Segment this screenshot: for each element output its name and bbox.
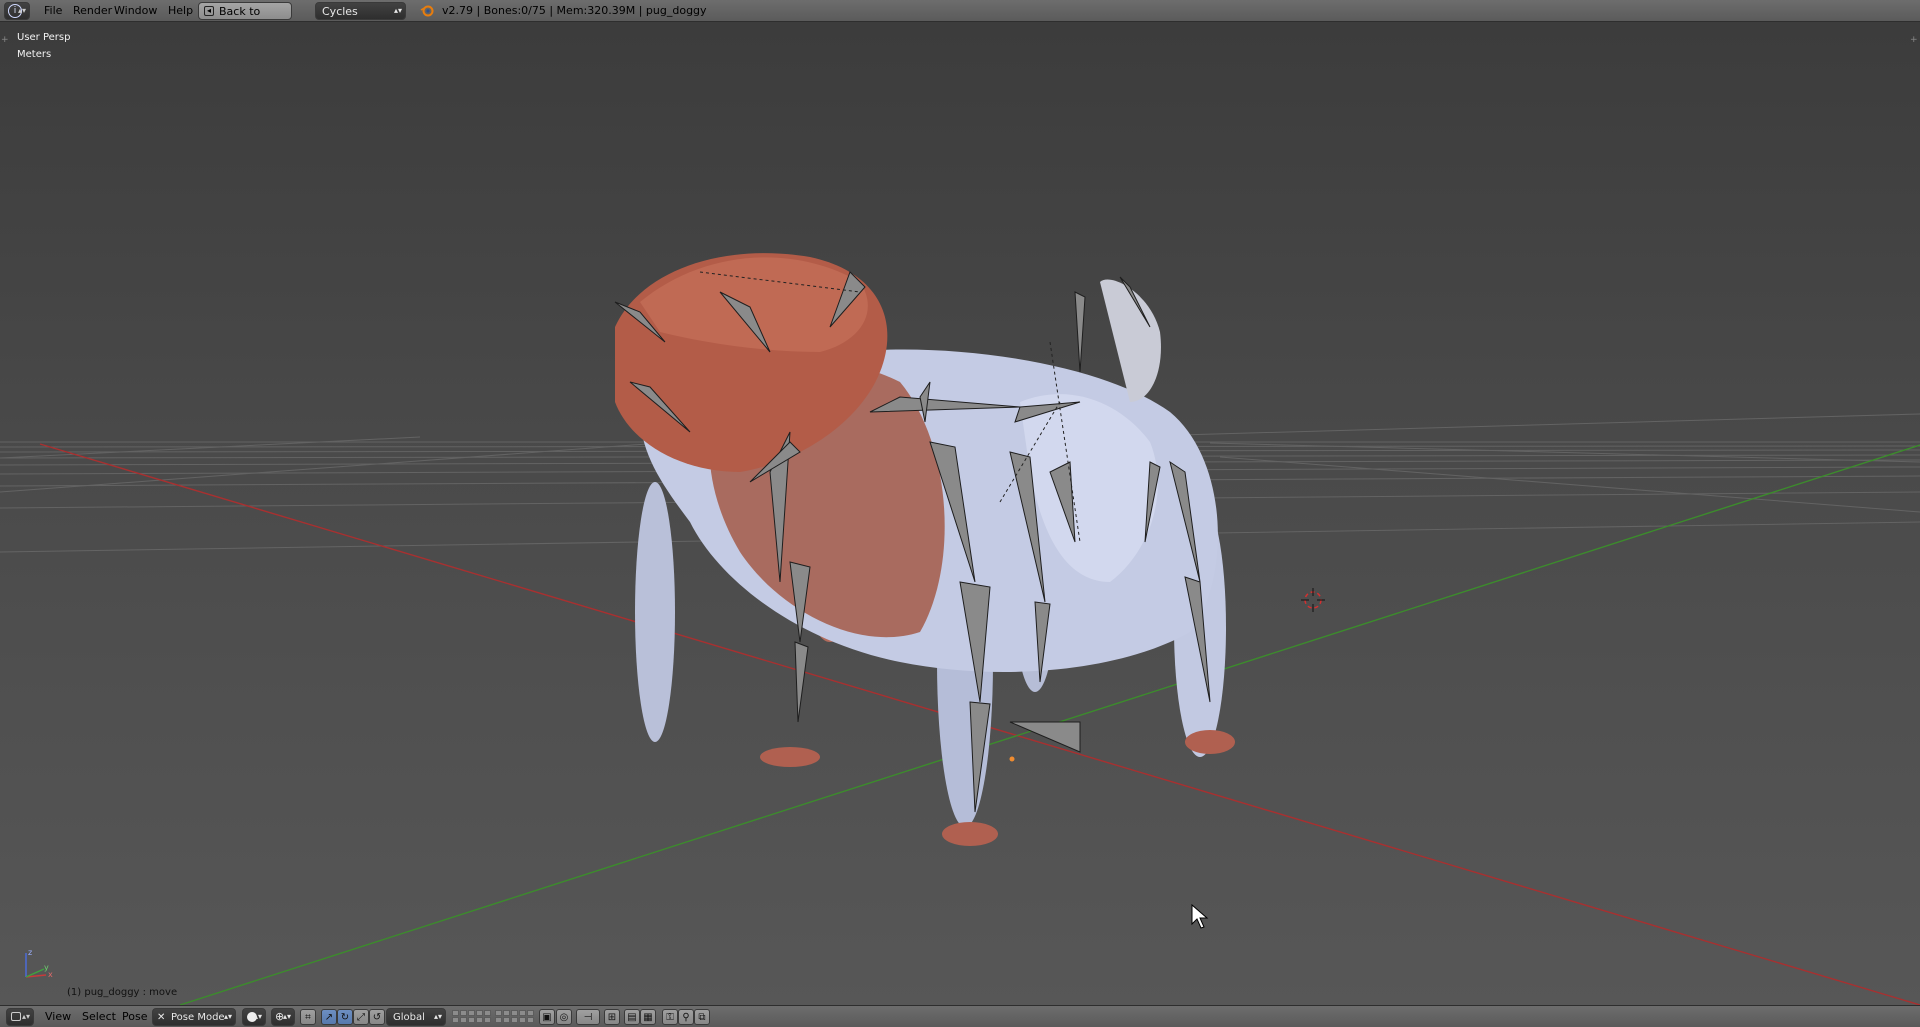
menu-file[interactable]: File: [44, 2, 62, 20]
keyframe-insert-button[interactable]: ⚲: [678, 1009, 694, 1025]
keying-set-button[interactable]: ⚿: [662, 1009, 678, 1025]
chevron-updown-icon: ▴▾: [21, 1012, 30, 1021]
render-engine-select[interactable]: Cycles Render ▴▾: [315, 2, 406, 36]
unit-label: Meters: [17, 49, 52, 60]
snap-target-button[interactable]: ⊞: [604, 1009, 620, 1025]
menu-select[interactable]: Select: [82, 1008, 116, 1026]
rotation-manipulator-button[interactable]: ↺: [369, 1009, 385, 1025]
key-icon: ⚿: [666, 1011, 674, 1023]
info-header: i ▴▾ File Render Window Help ◂ Back to P…: [0, 0, 1920, 36]
viewport-shading-select[interactable]: ▴▾: [242, 1008, 266, 1026]
translate-manipulator-button[interactable]: ↗: [321, 1009, 337, 1025]
orientation-label: Global: [393, 1012, 425, 1023]
3d-view-header: ▴▾ View Select Pose ✕ Pose Mode ▴▾ ▴▾ ⊕ …: [0, 1005, 1920, 1027]
3d-viewport[interactable]: User Persp Meters (1) pug_doggy : move z…: [0, 22, 1920, 1005]
snap-element-select[interactable]: ⊣: [576, 1009, 600, 1025]
transform-orientation-select[interactable]: Global ▴▾: [386, 1008, 446, 1026]
manipulator-icon: ⌗: [305, 1011, 311, 1023]
copy-icon: ⧉: [698, 1011, 706, 1023]
layer-grid-1[interactable]: [452, 1010, 491, 1024]
menu-help[interactable]: Help: [168, 2, 193, 20]
status-text: (1) pug_doggy : move: [67, 987, 178, 998]
menu-pose[interactable]: Pose: [122, 1008, 147, 1026]
keyframe-icon: ⚲: [682, 1011, 690, 1023]
rotate-manipulator-button[interactable]: ↻: [337, 1009, 353, 1025]
editor-type-selector[interactable]: i ▴▾: [4, 2, 30, 20]
manipulator-toggle-button[interactable]: ⌗: [300, 1009, 316, 1025]
view-name: User Persp: [17, 32, 71, 43]
rotate-icon: ↺: [372, 1011, 382, 1023]
chevron-updown-icon: ▴▾: [253, 1012, 262, 1021]
blender-logo-icon: [420, 4, 434, 18]
scale-manipulator-button[interactable]: ⤢: [353, 1009, 369, 1025]
render-icons: ▤: [627, 1011, 637, 1023]
pug-model: [615, 253, 1235, 846]
rotate-icon: ↻: [340, 1011, 350, 1023]
axis-z-label: z: [28, 948, 33, 957]
translate-icon: ↗: [324, 1011, 334, 1023]
region-toggle-left-icon[interactable]: +: [1, 35, 9, 45]
layer-grid-2[interactable]: [495, 1010, 534, 1024]
back-icon: ◂: [204, 6, 214, 16]
pose-copy-button[interactable]: ⧉: [694, 1009, 710, 1025]
view3d-editor-icon: [11, 1012, 21, 1021]
axis-y-label: y: [44, 963, 49, 972]
scene-stats: v2.79 | Bones:0/75 | Mem:320.39M | pug_d…: [442, 4, 707, 17]
chevron-updown-icon: ▴▾: [282, 1012, 291, 1021]
render-animation-button[interactable]: ▦: [640, 1009, 656, 1025]
proportional-edit-button[interactable]: ◎: [556, 1009, 572, 1025]
chevron-updown-icon: ▴▾: [17, 6, 26, 15]
proportional-icon: ◎: [559, 1011, 569, 1023]
editor-type-selector-bottom[interactable]: ▴▾: [6, 1008, 34, 1026]
back-to-previous-button[interactable]: ◂ Back to Previous: [198, 2, 292, 36]
3d-cursor-icon: [1301, 588, 1325, 612]
render-icons: ▦: [643, 1011, 653, 1023]
lock-camera-button[interactable]: ▣: [539, 1009, 555, 1025]
interaction-mode-select[interactable]: ✕ Pose Mode ▴▾: [152, 1008, 236, 1026]
mouse-cursor-icon: [1191, 903, 1209, 929]
pivot-point-select[interactable]: ⊕ ▴▾: [271, 1008, 295, 1026]
chevron-updown-icon: ▴▾: [433, 1012, 442, 1021]
selected-bone-joint: [1009, 756, 1015, 762]
menu-view[interactable]: View: [45, 1008, 71, 1026]
region-toggle-right-icon[interactable]: +: [1910, 35, 1918, 45]
chevron-updown-icon: ▴▾: [223, 1012, 232, 1021]
snap-icon: ⊣: [583, 1011, 593, 1023]
menu-window[interactable]: Window: [114, 2, 157, 20]
render-preview-button[interactable]: ▤: [624, 1009, 640, 1025]
snap-target-icon: ⊞: [607, 1011, 617, 1023]
scale-icon: ⤢: [357, 1011, 365, 1023]
chevron-updown-icon: ▴▾: [393, 6, 402, 15]
pose-mode-icon: ✕: [157, 1012, 166, 1023]
viewport-canvas[interactable]: [0, 22, 1920, 1005]
menu-render[interactable]: Render: [73, 2, 112, 20]
lock-camera-icon: ▣: [542, 1011, 552, 1023]
mode-label: Pose Mode: [171, 1012, 225, 1023]
